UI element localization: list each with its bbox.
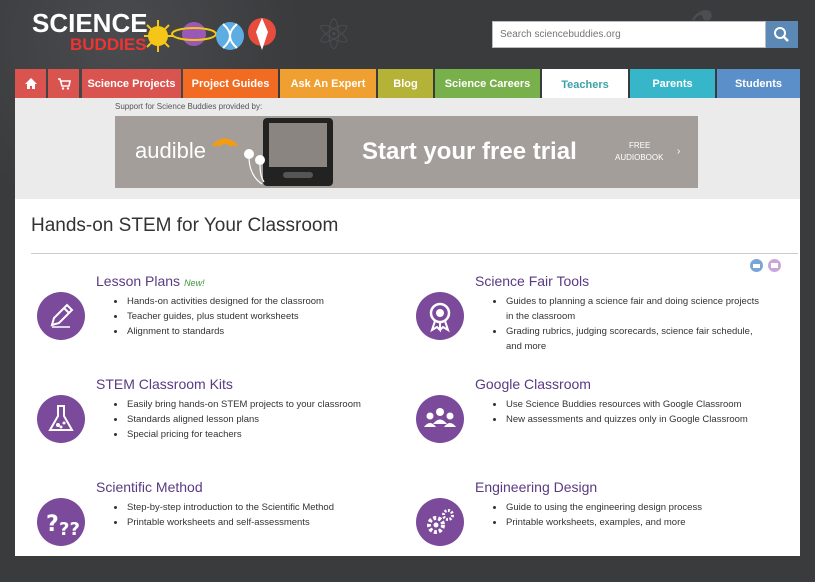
list-item: Printable worksheets and self-assessment… [114, 515, 384, 530]
list-item: Printable worksheets, examples, and more [493, 515, 763, 530]
list-item: Easily bring hands-on STEM projects to y… [114, 397, 384, 412]
cart-icon [57, 78, 71, 90]
list-item: Special pricing for teachers [114, 427, 384, 442]
nav-tab-blog[interactable]: Blog [378, 69, 433, 98]
print-icon [753, 264, 760, 268]
flask-icon[interactable] [37, 395, 85, 443]
sponsor-ad-banner[interactable]: audible Start your free trial FREE AUDIO… [115, 116, 698, 188]
audible-logo-icon [211, 138, 239, 148]
search-icon [774, 27, 789, 42]
feature-list: Use Science Buddies resources with Googl… [493, 397, 763, 427]
main-content: Hands-on STEM for Your Classroom Lesson … [15, 199, 800, 556]
divider [31, 253, 798, 254]
sponsor-text: Support for Science Buddies provided by: [115, 102, 263, 111]
list-item: Grading rubrics, judging scorecards, sci… [493, 324, 763, 354]
list-item: Alignment to standards [114, 324, 384, 339]
section-engineering-design: Engineering Design Guide to using the en… [416, 479, 776, 582]
logo-mascots-icon [144, 18, 276, 52]
section-title[interactable]: Google Classroom [475, 376, 591, 392]
new-badge: New! [184, 278, 205, 288]
section-scientific-method: ??? Scientific Method Step-by-step intro… [37, 479, 397, 582]
nav-tab-science-careers[interactable]: Science Careers [435, 69, 540, 98]
section-stem-classroom-kits: STEM Classroom Kits Easily bring hands-o… [37, 376, 397, 479]
ad-phone-image [263, 118, 333, 186]
ad-headline: Start your free trial [362, 138, 577, 165]
section-title[interactable]: STEM Classroom Kits [96, 376, 233, 392]
question-marks-icon[interactable]: ??? [37, 498, 85, 546]
svg-text:??: ?? [59, 519, 80, 540]
section-title[interactable]: Science Fair Tools [475, 273, 589, 289]
pencil-icon[interactable] [37, 292, 85, 340]
ad-brand: audible [135, 138, 206, 163]
section-title[interactable]: Lesson Plans New! [96, 273, 205, 289]
ad-badge-line1: FREE [629, 141, 651, 150]
feature-list: Easily bring hands-on STEM projects to y… [114, 397, 384, 442]
list-item: Teacher guides, plus student worksheets [114, 309, 384, 324]
feature-list: Step-by-step introduction to the Scienti… [114, 500, 384, 530]
feature-list: Guide to using the engineering design pr… [493, 500, 763, 530]
group-icon[interactable] [416, 395, 464, 443]
section-lesson-plans: Lesson Plans New! Hands-on activities des… [37, 273, 397, 376]
search-input[interactable] [492, 21, 766, 48]
main-nav: Science Projects Project Guides Ask An E… [15, 69, 800, 100]
list-item: Guides to planning a science fair and do… [493, 294, 763, 324]
page-title: Hands-on STEM for Your Classroom [31, 215, 339, 236]
nav-tab-parents[interactable]: Parents [630, 69, 715, 98]
sponsor-band: Support for Science Buddies provided by:… [15, 98, 800, 199]
gears-icon[interactable] [416, 498, 464, 546]
nav-cart-tab[interactable] [48, 69, 79, 98]
list-item: Standards aligned lesson plans [114, 412, 384, 427]
list-item: Step-by-step introduction to the Scienti… [114, 500, 384, 515]
list-item: New assessments and quizzes only in Goog… [493, 412, 763, 427]
nav-tab-project-guides[interactable]: Project Guides [183, 69, 278, 98]
ribbon-award-icon[interactable] [416, 292, 464, 340]
email-icon[interactable] [768, 259, 781, 272]
earbuds-icon [244, 149, 265, 185]
site-logo[interactable]: SCIENCE BUDDIES [32, 6, 282, 58]
nav-tab-ask-an-expert[interactable]: Ask An Expert [280, 69, 376, 98]
search-bar [492, 21, 798, 48]
feature-list: Guides to planning a science fair and do… [493, 294, 763, 354]
feature-list: Hands-on activities designed for the cla… [114, 294, 384, 339]
nav-tab-science-projects[interactable]: Science Projects [82, 69, 181, 98]
home-icon [24, 78, 37, 89]
svg-text:?: ? [46, 512, 59, 537]
section-title[interactable]: Scientific Method [96, 479, 203, 495]
list-item: Guide to using the engineering design pr… [493, 500, 763, 515]
ad-chevron-icon: › [677, 146, 681, 157]
logo-buddies-text: BUDDIES [70, 35, 147, 54]
nav-tab-students[interactable]: Students [717, 69, 800, 98]
section-science-fair-tools: Science Fair Tools Guides to planning a … [416, 273, 776, 376]
nav-tab-teachers[interactable]: Teachers [542, 69, 628, 100]
list-item: Use Science Buddies resources with Googl… [493, 397, 763, 412]
share-icon[interactable] [750, 259, 763, 272]
search-button[interactable] [766, 21, 798, 48]
list-item: Hands-on activities designed for the cla… [114, 294, 384, 309]
section-title[interactable]: Engineering Design [475, 479, 597, 495]
section-google-classroom: Google Classroom Use Science Buddies res… [416, 376, 776, 479]
ad-badge-line2: AUDIOBOOK [615, 153, 664, 162]
atom-decoration-icon: ⚛ [315, 11, 353, 58]
nav-home-tab[interactable] [15, 69, 46, 98]
